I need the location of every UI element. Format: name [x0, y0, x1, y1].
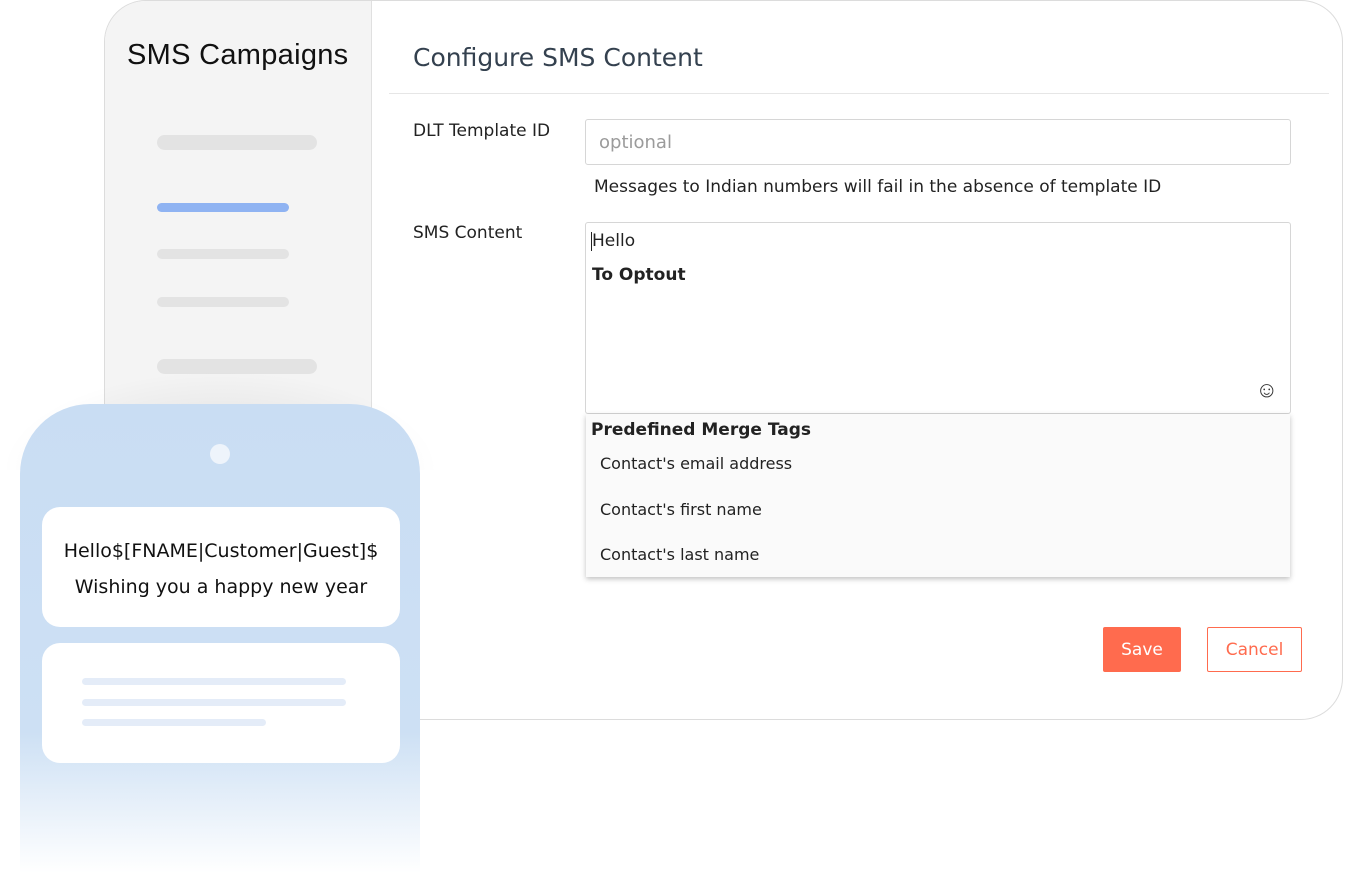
- merge-tag-option[interactable]: Contact's first name: [600, 500, 762, 519]
- merge-tag-option[interactable]: Contact's last name: [600, 545, 759, 564]
- sms-content-optout-line: To Optout: [592, 265, 686, 285]
- sidebar-item-placeholder[interactable]: [157, 297, 289, 307]
- dlt-template-input[interactable]: [585, 119, 1291, 165]
- message-placeholder-card: [42, 643, 400, 763]
- title-divider: [389, 93, 1329, 94]
- sidebar-item-active[interactable]: [157, 203, 289, 212]
- save-button[interactable]: Save: [1103, 627, 1181, 672]
- dlt-hint-text: Messages to Indian numbers will fail in …: [594, 177, 1162, 197]
- placeholder-line: [82, 699, 346, 706]
- sms-content-label: SMS Content: [413, 223, 523, 243]
- sidebar-title: SMS Campaigns: [127, 39, 349, 71]
- merge-tag-option[interactable]: Contact's email address: [600, 454, 792, 473]
- sms-preview-bubble: Hello$[FNAME|Customer|Guest]$ Wishing yo…: [42, 507, 400, 627]
- phone-camera: [210, 444, 230, 464]
- phone-mockup: Hello$[FNAME|Customer|Guest]$ Wishing yo…: [20, 404, 420, 873]
- sms-content-editor[interactable]: Hello To Optout ☺: [585, 222, 1291, 414]
- sms-content-line: Hello: [590, 231, 636, 251]
- sms-preview-line: Hello$[FNAME|Customer|Guest]$: [63, 540, 379, 562]
- placeholder-line: [82, 678, 346, 685]
- dlt-template-label: DLT Template ID: [413, 121, 551, 141]
- merge-tags-header: Predefined Merge Tags: [591, 420, 812, 440]
- sidebar-item-placeholder[interactable]: [157, 249, 289, 259]
- placeholder-line: [82, 719, 266, 726]
- page-title: Configure SMS Content: [413, 43, 703, 72]
- merge-tags-dropdown: Predefined Merge Tags Contact's email ad…: [586, 414, 1290, 577]
- sms-preview-line: Wishing you a happy new year: [74, 576, 368, 598]
- smiley-icon[interactable]: ☺: [1256, 377, 1278, 403]
- sidebar-item-placeholder[interactable]: [157, 135, 317, 150]
- cancel-button[interactable]: Cancel: [1207, 627, 1302, 672]
